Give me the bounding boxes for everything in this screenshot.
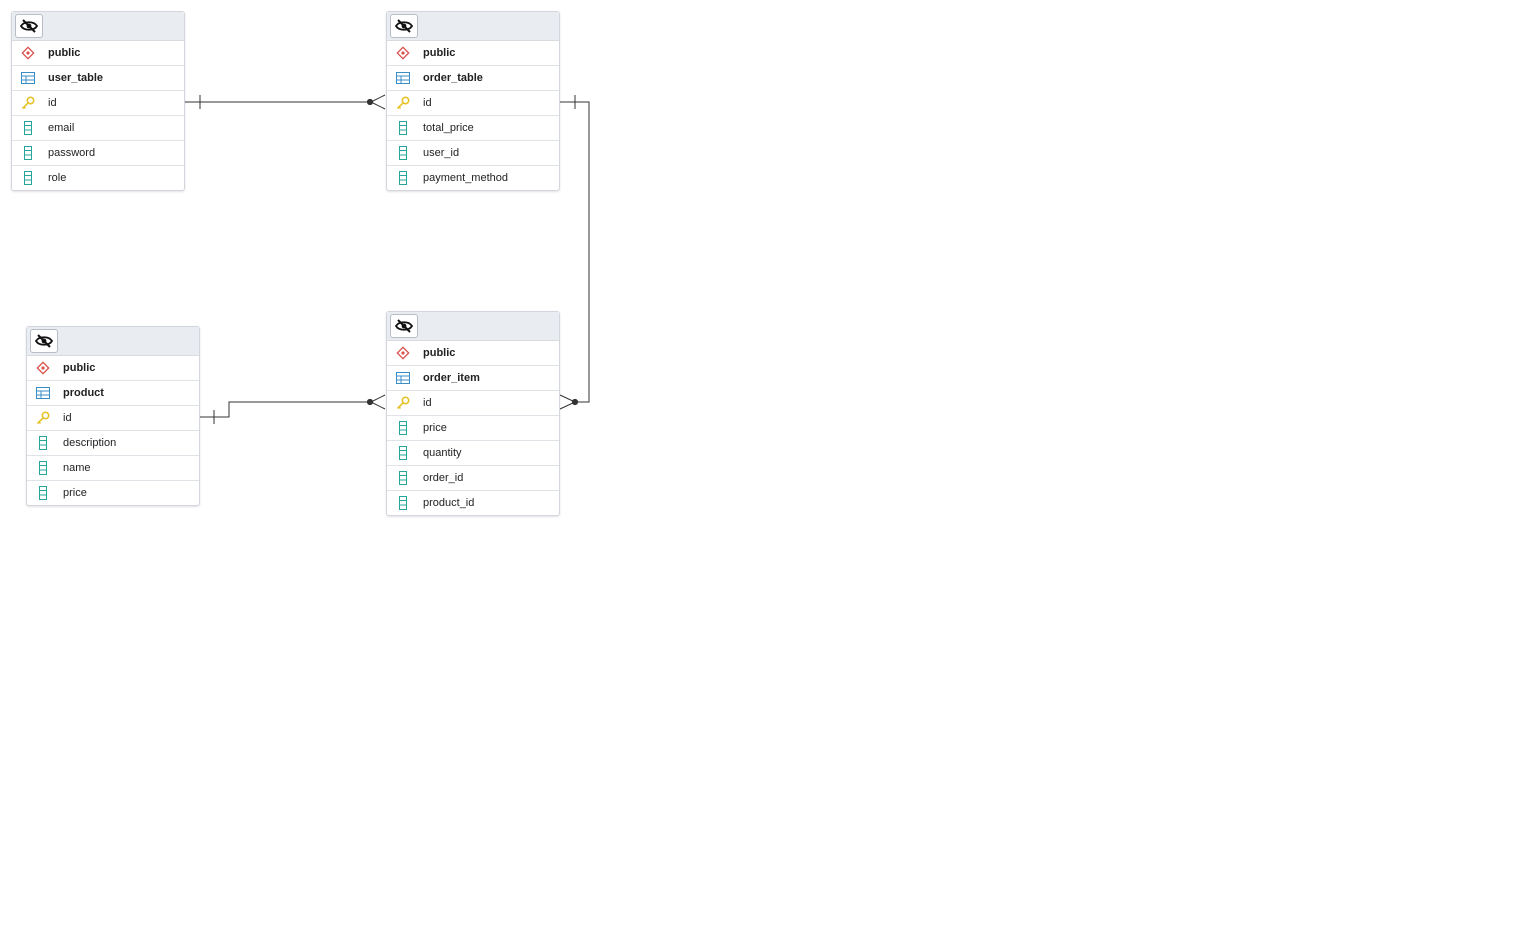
column-row[interactable]: payment_method <box>387 166 559 190</box>
entity-order-item[interactable]: public order_item id price quantity orde… <box>386 311 560 516</box>
table-row: order_table <box>387 66 559 91</box>
column-icon <box>35 435 51 451</box>
schema-row: public <box>27 356 199 381</box>
eye-slash-icon <box>395 319 413 333</box>
key-icon <box>20 95 36 111</box>
schema-icon <box>35 360 51 376</box>
table-icon <box>20 70 36 86</box>
entity-product[interactable]: public product id description name price <box>26 326 200 506</box>
erd-canvas: public user_table id email password role <box>0 0 1516 935</box>
column-row[interactable]: password <box>12 141 184 166</box>
relationship-links <box>185 94 590 424</box>
column-row[interactable]: id <box>27 406 199 431</box>
table-name: order_item <box>423 372 480 384</box>
hide-details-button[interactable] <box>390 314 418 338</box>
hide-details-button[interactable] <box>30 329 58 353</box>
column-row[interactable]: order_id <box>387 466 559 491</box>
column-name: price <box>63 487 87 499</box>
eye-slash-icon <box>395 19 413 33</box>
column-name: id <box>48 97 57 109</box>
column-icon <box>395 120 411 136</box>
column-name: id <box>63 412 72 424</box>
key-icon <box>395 395 411 411</box>
column-name: id <box>423 97 432 109</box>
column-name: quantity <box>423 447 462 459</box>
hide-details-button[interactable] <box>15 14 43 38</box>
column-row[interactable]: id <box>12 91 184 116</box>
column-icon <box>20 120 36 136</box>
column-name: id <box>423 397 432 409</box>
column-name: price <box>423 422 447 434</box>
column-name: email <box>48 122 75 134</box>
column-icon <box>395 145 411 161</box>
relationship-order-orderitem[interactable] <box>559 95 590 410</box>
column-icon <box>395 495 411 511</box>
table-icon <box>395 370 411 386</box>
eye-slash-icon <box>20 19 38 33</box>
column-name: role <box>48 172 67 184</box>
column-icon <box>395 470 411 486</box>
column-name: order_id <box>423 472 464 484</box>
column-name: name <box>63 462 91 474</box>
key-icon <box>35 410 51 426</box>
column-icon <box>20 145 36 161</box>
column-row[interactable]: id <box>387 91 559 116</box>
entity-header <box>27 327 199 356</box>
column-name: description <box>63 437 117 449</box>
column-icon <box>35 485 51 501</box>
column-row[interactable]: name <box>27 456 199 481</box>
schema-row: public <box>387 41 559 66</box>
entity-header <box>387 12 559 41</box>
schema-icon <box>20 45 36 61</box>
table-name: user_table <box>48 72 104 84</box>
relationship-user-order[interactable] <box>185 94 386 110</box>
column-row[interactable]: user_id <box>387 141 559 166</box>
schema-name: public <box>423 347 456 359</box>
schema-row: public <box>387 341 559 366</box>
column-row[interactable]: total_price <box>387 116 559 141</box>
column-row[interactable]: email <box>12 116 184 141</box>
column-icon <box>395 170 411 186</box>
table-row: order_item <box>387 366 559 391</box>
column-row[interactable]: role <box>12 166 184 190</box>
column-name: user_id <box>423 147 460 159</box>
table-name: order_table <box>423 72 483 84</box>
column-row[interactable]: quantity <box>387 441 559 466</box>
column-name: product_id <box>423 497 475 509</box>
column-name: total_price <box>423 122 474 134</box>
column-row[interactable]: price <box>387 416 559 441</box>
column-icon <box>395 420 411 436</box>
hide-details-button[interactable] <box>390 14 418 38</box>
schema-row: public <box>12 41 184 66</box>
table-row: product <box>27 381 199 406</box>
table-name: product <box>63 387 104 399</box>
column-icon <box>395 445 411 461</box>
column-icon <box>20 170 36 186</box>
table-icon <box>35 385 51 401</box>
column-name: payment_method <box>423 172 508 184</box>
entity-order-table[interactable]: public order_table id total_price user_i… <box>386 11 560 191</box>
table-row: user_table <box>12 66 184 91</box>
column-icon <box>35 460 51 476</box>
schema-name: public <box>423 47 456 59</box>
column-row[interactable]: description <box>27 431 199 456</box>
schema-icon <box>395 45 411 61</box>
entity-header <box>12 12 184 41</box>
column-row[interactable]: product_id <box>387 491 559 515</box>
table-icon <box>395 70 411 86</box>
relationship-product-orderitem[interactable] <box>200 394 386 424</box>
column-row[interactable]: id <box>387 391 559 416</box>
column-row[interactable]: price <box>27 481 199 505</box>
entity-user-table[interactable]: public user_table id email password role <box>11 11 185 191</box>
entity-header <box>387 312 559 341</box>
schema-name: public <box>48 47 81 59</box>
key-icon <box>395 95 411 111</box>
column-name: password <box>48 147 96 159</box>
schema-name: public <box>63 362 96 374</box>
eye-slash-icon <box>35 334 53 348</box>
schema-icon <box>395 345 411 361</box>
